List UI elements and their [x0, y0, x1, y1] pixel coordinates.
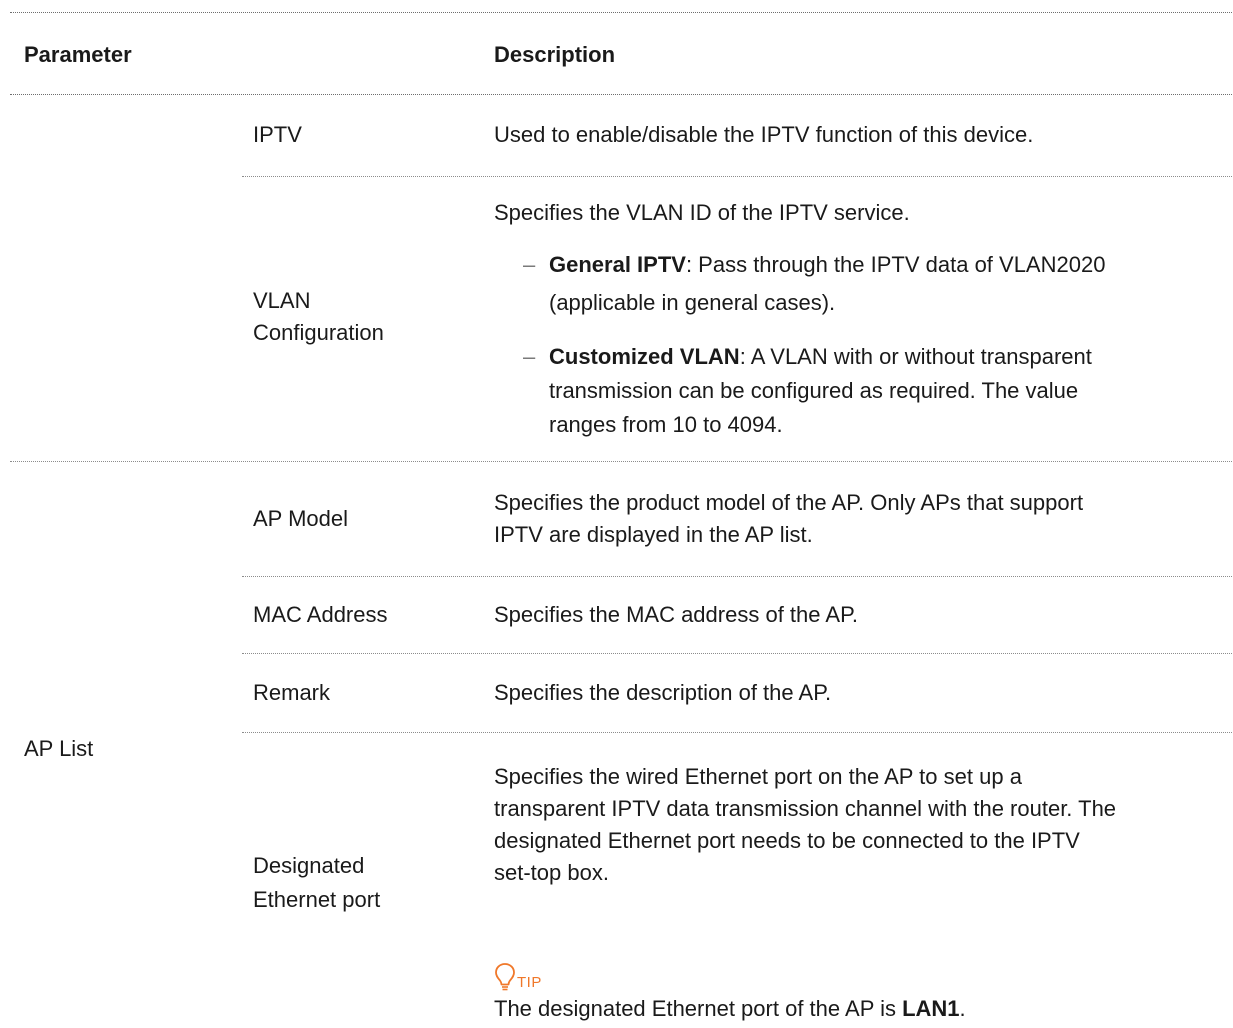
option-customized-vlan: Customized VLAN: A VLAN with or without … [549, 341, 1092, 373]
param-vlan-line-2: Configuration [253, 320, 384, 345]
desc-designated-port-line-4: set-top box. [494, 860, 609, 885]
lightbulb-icon [494, 962, 516, 992]
desc-remark: Specifies the description of the AP. [494, 680, 832, 705]
tip-text: The designated Ethernet port of the AP i… [494, 993, 966, 1025]
option-text: : Pass through the IPTV data of VLAN2020 [685, 252, 1106, 277]
option-text-continued: transmission can be configured as requir… [549, 378, 1079, 403]
option-general-iptv: General IPTV: Pass through the IPTV data… [549, 249, 1105, 281]
desc-designated-port-line-1: Specifies the wired Ethernet port on the… [494, 764, 1022, 789]
row-divider [242, 653, 1232, 654]
tip-marker: TIP [494, 958, 542, 992]
param-mac-address: MAC Address [253, 602, 388, 627]
desc-designated-port-line-3: designated Ethernet port needs to be con… [494, 828, 1080, 853]
header-bottom-rule [10, 94, 1232, 95]
row-divider [242, 176, 1232, 177]
header-parameter: Parameter [24, 42, 132, 67]
param-designated-port-line-1: Designated [253, 853, 365, 878]
option-text-continued: (applicable in general cases). [549, 290, 836, 315]
param-vlan-line-1: VLAN [253, 288, 311, 313]
param-designated-port-line-2: Ethernet port [253, 887, 381, 912]
tip-text-after: . [959, 996, 966, 1021]
group-divider [10, 461, 1232, 462]
desc-iptv: Used to enable/disable the IPTV function… [494, 122, 1034, 147]
bullet-dash: – [523, 252, 536, 277]
table-top-rule [10, 12, 1232, 13]
bullet-dash: – [523, 344, 536, 369]
desc-ap-model-line-1: Specifies the product model of the AP. O… [494, 490, 1084, 515]
option-term: General IPTV [549, 252, 686, 277]
row-divider [242, 576, 1232, 577]
header-description: Description [494, 42, 616, 67]
tip-text-before: The designated Ethernet port of the AP i… [494, 996, 903, 1021]
desc-ap-model-line-2: IPTV are displayed in the AP list. [494, 522, 813, 547]
param-ap-list: AP List [24, 736, 94, 761]
desc-mac-address: Specifies the MAC address of the AP. [494, 602, 859, 627]
option-text: : A VLAN with or without transparent [739, 344, 1092, 369]
row-divider [242, 732, 1232, 733]
param-ap-model: AP Model [253, 506, 348, 531]
tip-label: TIP [517, 974, 542, 991]
tip-port-value: LAN1 [902, 996, 960, 1021]
param-iptv: IPTV [253, 122, 302, 147]
param-remark: Remark [253, 680, 331, 705]
desc-vlan-intro: Specifies the VLAN ID of the IPTV servic… [494, 200, 910, 225]
option-text-continued: ranges from 10 to 4094. [549, 412, 783, 437]
desc-designated-port-line-2: transparent IPTV data transmission chann… [494, 796, 1117, 821]
option-term: Customized VLAN [549, 344, 740, 369]
